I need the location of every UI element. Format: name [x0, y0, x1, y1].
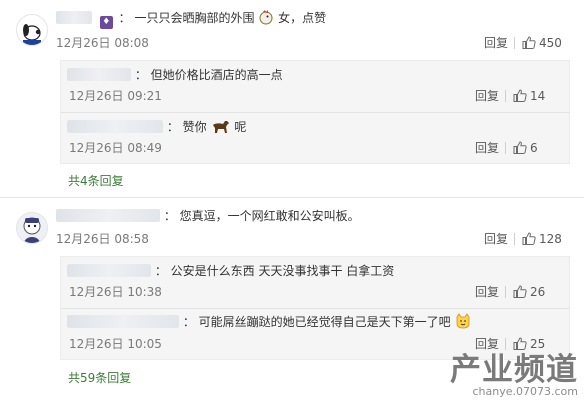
- watermark-title: 产业频道: [450, 352, 578, 388]
- reply-line: ： 公安是什么东西 天天没事找事干 白拿工资: [67, 263, 394, 279]
- replies-box: ： 公安是什么东西 天天没事找事干 白拿工资 12月26日 10:38 回复 2…: [60, 256, 570, 360]
- avatar[interactable]: [16, 14, 48, 46]
- username[interactable]: [67, 315, 179, 328]
- timestamp: 12月26日 08:58: [56, 232, 149, 246]
- comment-line: ♦ ： 一只只会晒胸部的外围 女，点赞: [56, 10, 326, 29]
- username[interactable]: [67, 264, 151, 277]
- reply-text: 可能屌丝蹦跶的她已经觉得自己是天下第一了吧: [198, 315, 451, 329]
- divider: [505, 142, 506, 154]
- comment-separator: ：: [163, 209, 176, 223]
- thumbs-up-icon: [522, 232, 536, 245]
- like-button[interactable]: 450: [522, 36, 562, 50]
- reply-text: 赞你: [182, 120, 207, 134]
- rooster-emoji-icon: [258, 10, 274, 29]
- comment-text-suffix: 女，点赞: [278, 11, 327, 25]
- cat-emoji-icon: [455, 313, 471, 333]
- like-count: 26: [530, 285, 546, 299]
- vip-badge-icon: ♦: [99, 16, 113, 29]
- reply-separator: ：: [182, 315, 195, 329]
- timestamp: 12月26日 09:21: [69, 89, 162, 103]
- watermark: 产业频道 chanye.07073.com: [450, 354, 578, 398]
- snoopy-avatar-icon: [17, 15, 47, 45]
- reply-item: ： 公安是什么东西 天天没事找事干 白拿工资 12月26日 10:38 回复 2…: [61, 257, 569, 307]
- thumbs-up-icon: [513, 89, 527, 102]
- more-replies-link[interactable]: 共4条回复: [68, 172, 124, 189]
- reply-separator: ：: [134, 68, 147, 82]
- thumbs-up-icon: [513, 337, 527, 350]
- reply-button[interactable]: 回复: [475, 141, 499, 155]
- username[interactable]: [67, 120, 163, 133]
- timestamp: 12月26日 10:38: [69, 285, 162, 299]
- divider: [505, 286, 506, 298]
- timestamp: 12月26日 08:08: [56, 36, 149, 50]
- reply-button[interactable]: 回复: [475, 337, 499, 351]
- thumbs-up-icon: [513, 141, 527, 154]
- more-replies-link[interactable]: 共59条回复: [68, 369, 131, 386]
- like-button[interactable]: 128: [522, 232, 562, 246]
- reply-button[interactable]: 回复: [484, 232, 508, 246]
- reply-button[interactable]: 回复: [475, 89, 499, 103]
- comment-separator: ：: [118, 11, 131, 25]
- reply-button[interactable]: 回复: [484, 36, 508, 50]
- replies-box: ： 但她价格比酒店的高一点 12月26日 09:21 回复 14 ： 赞你 呢 …: [60, 60, 570, 164]
- reply-button[interactable]: 回复: [475, 285, 499, 299]
- divider: [505, 90, 506, 102]
- cartoon-avatar-icon: [17, 213, 47, 243]
- reply-line: ： 但她价格比酒店的高一点: [67, 67, 283, 83]
- reply-text-suffix: 呢: [234, 120, 247, 134]
- reply-separator: ：: [166, 120, 179, 134]
- like-count: 128: [539, 232, 562, 246]
- thumbs-up-icon: [522, 36, 536, 49]
- username[interactable]: [56, 11, 92, 24]
- reply-text: 但她价格比酒店的高一点: [150, 68, 283, 82]
- avatar[interactable]: [16, 212, 48, 244]
- divider: [505, 338, 506, 350]
- reply-item: ： 但她价格比酒店的高一点 12月26日 09:21 回复 14: [61, 61, 569, 111]
- like-button[interactable]: 14: [513, 89, 545, 103]
- like-button[interactable]: 6: [513, 141, 538, 155]
- like-count: 25: [530, 337, 546, 351]
- comment-text: 您真逗，一个网红敢和公安叫板。: [179, 209, 360, 223]
- username[interactable]: [67, 68, 131, 81]
- comment-text: 一只只会晒胸部的外围: [134, 11, 255, 25]
- like-button[interactable]: 25: [513, 337, 545, 351]
- thumbs-up-icon: [513, 285, 527, 298]
- reply-text: 公安是什么东西 天天没事找事干 白拿工资: [170, 264, 395, 278]
- reply-line: ： 赞你 呢: [67, 119, 246, 138]
- like-count: 6: [530, 141, 538, 155]
- reply-separator: ：: [154, 264, 167, 278]
- reply-item: ： 赞你 呢 12月26日 08:49 回复 6: [61, 113, 569, 163]
- comment-line: ： 您真逗，一个网红敢和公安叫板。: [56, 208, 360, 224]
- timestamp: 12月26日 08:49: [69, 141, 162, 155]
- comment-thread: ♦ ： 一只只会晒胸部的外围 女，点赞 12月26日 08:08 回复 450 …: [0, 0, 584, 196]
- divider: [514, 233, 515, 245]
- like-count: 14: [530, 89, 546, 103]
- username[interactable]: [56, 209, 160, 222]
- timestamp: 12月26日 10:05: [69, 337, 162, 351]
- like-count: 450: [539, 36, 562, 50]
- like-button[interactable]: 26: [513, 285, 545, 299]
- divider: [514, 37, 515, 49]
- horse-emoji-icon: [211, 119, 231, 138]
- reply-line: ： 可能屌丝蹦跶的她已经觉得自己是天下第一了吧: [67, 313, 471, 333]
